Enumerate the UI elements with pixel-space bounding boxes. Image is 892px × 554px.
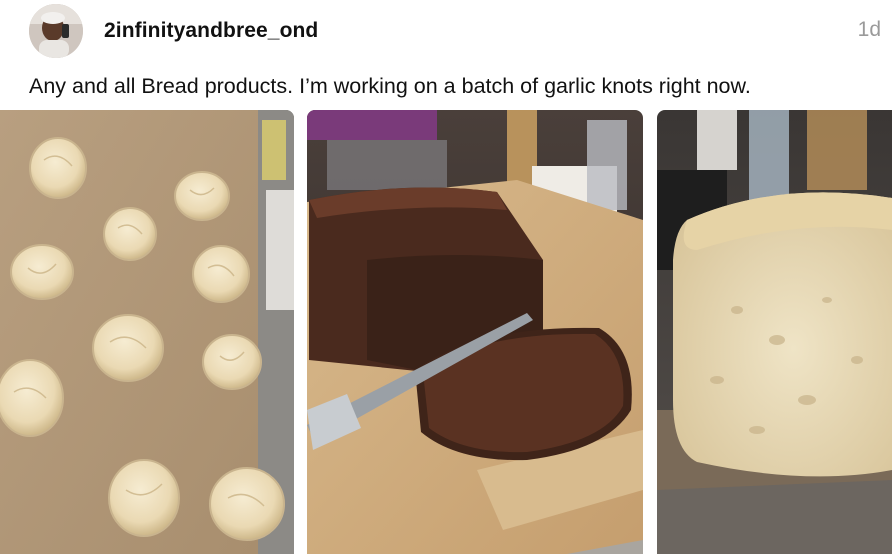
photo-garlic-knots[interactable] <box>0 110 294 554</box>
photo-white-loaf[interactable] <box>657 110 892 554</box>
username[interactable]: 2infinityandbree_ond <box>104 19 318 43</box>
post-caption: Any and all Bread products. I’m working … <box>29 74 751 98</box>
post-time: 1d <box>857 18 881 41</box>
avatar[interactable] <box>29 4 83 58</box>
photo-gallery <box>0 110 892 554</box>
photo-chocolate-loaf[interactable] <box>307 110 643 554</box>
post-header: 2infinityandbree_ond 1d <box>29 4 881 58</box>
thread-post: 2infinityandbree_ond 1d Any and all Brea… <box>0 0 892 554</box>
